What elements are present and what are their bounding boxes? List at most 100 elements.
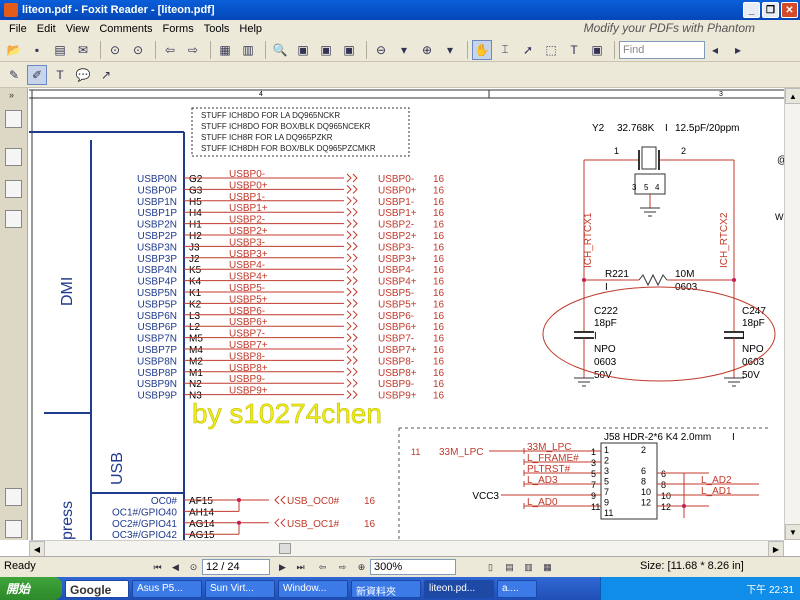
find-input[interactable]: Find [619, 40, 705, 59]
scroll-down-icon[interactable]: ⊙ [128, 40, 148, 60]
bookmarks-icon[interactable] [5, 110, 22, 128]
usb-offpage-net: USBP6+ [378, 322, 417, 333]
nav-back-icon[interactable]: ⇦ [315, 560, 330, 575]
hand-tool-icon[interactable]: ✋ [472, 39, 492, 60]
layers-icon[interactable] [5, 180, 22, 198]
task-windows[interactable]: Window... [278, 579, 348, 598]
nav-forward-icon[interactable]: ⇨ [335, 560, 350, 575]
usb-pin-name: USBP2P [138, 231, 178, 242]
usb-pin-name: USBP4N [137, 265, 177, 276]
menu-help[interactable]: Help [234, 23, 267, 35]
note-icon[interactable]: ✐ [27, 64, 47, 85]
text-tool-icon[interactable]: T [564, 40, 584, 60]
cap-left-mark: I [594, 331, 597, 342]
stuff-note-4: STUFF ICH8DH FOR BOX/BLK DQ965PZCMKR [201, 144, 376, 153]
task-asus[interactable]: Asus P5... [132, 579, 202, 598]
usb-page-ref: 16 [433, 265, 445, 276]
task-new-folder[interactable]: 新資料夾 [351, 579, 421, 598]
zoom-tool-icon[interactable]: 🔍 [270, 40, 290, 60]
continuous-facing-icon[interactable]: ▦ [540, 560, 555, 575]
usb-page-ref: 16 [433, 391, 445, 402]
prev-page-icon[interactable]: ◀ [168, 560, 183, 575]
zoom-level-select[interactable]: 300% [370, 559, 456, 575]
task-sun-virtualbox[interactable]: Sun Virt... [205, 579, 275, 598]
menu-forms[interactable]: Forms [158, 23, 199, 35]
menu-file[interactable]: File [4, 23, 32, 35]
header-left-pin-num: 5 [591, 469, 596, 479]
menu-view[interactable]: View [61, 23, 95, 35]
usb-pin-name: USBP9N [137, 379, 177, 390]
pages-icon[interactable] [5, 148, 22, 166]
menu-edit[interactable]: Edit [32, 23, 61, 35]
offpage-connector-icon [346, 196, 358, 206]
scroll-up-icon[interactable]: ⊙ [105, 40, 125, 60]
collapse-sidebar-icon[interactable]: » [9, 90, 14, 100]
facing-icon[interactable]: ▥ [521, 560, 536, 575]
last-page-icon[interactable]: ⏭ [293, 560, 308, 575]
open-icon[interactable]: 📂 [4, 40, 24, 60]
offpage-connector-icon [346, 219, 358, 228]
page-number-input[interactable]: 12 / 24 [202, 559, 270, 575]
zoom-dropdown-icon[interactable]: ▾ [394, 40, 414, 60]
document-view[interactable]: 4 3 STUFF ICH8DO FOR LA DQ965NCKR STUFF … [29, 88, 784, 540]
find-prev-icon[interactable]: ◂ [705, 40, 725, 60]
next-page-icon[interactable]: ▶ [275, 560, 290, 575]
google-toolbar[interactable]: Google [65, 579, 129, 598]
scroll-left-arrow[interactable]: ◀ [29, 541, 45, 557]
zoom-in-dropdown-icon[interactable]: ▾ [440, 40, 460, 60]
actual-size-icon[interactable]: ▣ [339, 40, 359, 60]
comments-panel-icon[interactable] [5, 488, 22, 506]
fit-width-icon[interactable]: ▣ [316, 40, 336, 60]
back-icon[interactable]: ⇦ [160, 40, 180, 60]
zoom-in-icon[interactable]: ⊕ [417, 40, 437, 60]
clock[interactable]: 下午 22:31 [746, 581, 794, 596]
print-icon[interactable]: ▤ [50, 40, 70, 60]
horizontal-scrollbar[interactable]: ◀ ▶ [29, 540, 784, 557]
select-tool-icon[interactable]: ➚ [518, 40, 538, 60]
select-text-icon[interactable]: ⌶ [495, 40, 515, 60]
scroll-down-arrow[interactable]: ▼ [785, 524, 800, 540]
signatures-icon[interactable] [5, 210, 22, 228]
header-inner-left-pin: 11 [604, 508, 613, 518]
scroll-thumb[interactable] [279, 543, 291, 554]
usb-pin-name: USBP2N [137, 220, 177, 231]
fit-page-icon[interactable]: ▣ [293, 40, 313, 60]
forward-icon[interactable]: ⇨ [183, 40, 203, 60]
textbox-icon[interactable]: T [50, 65, 70, 85]
scroll-up-arrow[interactable]: ▲ [785, 88, 800, 104]
arrow-tool-icon[interactable]: ↗ [96, 65, 116, 85]
typewriter-icon[interactable]: ✎ [4, 65, 24, 85]
menu-tools[interactable]: Tools [199, 23, 235, 35]
zoom-status-icon: ⊕ [357, 562, 366, 572]
stuff-note-1: STUFF ICH8DO FOR LA DQ965NCKR [201, 111, 340, 120]
offpage-connector-icon [346, 242, 358, 251]
start-button[interactable]: 開始 [0, 577, 62, 600]
task-other[interactable]: a.... [497, 579, 537, 598]
continuous-icon[interactable]: ▤ [502, 560, 517, 575]
camera-icon[interactable]: ▣ [587, 40, 607, 60]
save-icon[interactable]: ▪ [27, 40, 47, 60]
facing-pages-icon[interactable]: ▥ [238, 40, 258, 60]
close-button[interactable]: ✕ [781, 2, 798, 18]
vertical-scrollbar[interactable]: ▲ ▼ [784, 88, 800, 540]
oc-pin-ball: AG15 [189, 530, 215, 540]
email-icon[interactable]: ✉ [73, 40, 93, 60]
minimize-button[interactable]: _ [743, 2, 760, 18]
crystal-pin3: 3 [632, 183, 637, 192]
snapshot-icon[interactable]: ⬚ [541, 40, 561, 60]
callout-icon[interactable]: 💬 [73, 65, 93, 85]
find-next-icon[interactable]: ▸ [728, 40, 748, 60]
zoom-out-icon[interactable]: ⊖ [371, 40, 391, 60]
attachments-icon[interactable] [5, 520, 22, 538]
task-liteon-pdf[interactable]: liteon.pd... [424, 579, 494, 598]
scroll-right-arrow[interactable]: ▶ [768, 541, 784, 557]
header-right-pin-num: 6 [661, 469, 666, 479]
phantom-promo[interactable]: Modify your PDFs with Phantom [584, 21, 755, 35]
first-page-icon[interactable]: ⏮ [150, 560, 165, 575]
usb-page-ref: 16 [433, 254, 445, 265]
restore-button[interactable]: ❐ [762, 2, 779, 18]
menu-comments[interactable]: Comments [94, 23, 157, 35]
page-layout-icon[interactable]: ▦ [215, 40, 235, 60]
header-title: J58 HDR-2*6 K4 2.0mm [604, 432, 711, 443]
single-page-icon[interactable]: ▯ [483, 560, 498, 575]
